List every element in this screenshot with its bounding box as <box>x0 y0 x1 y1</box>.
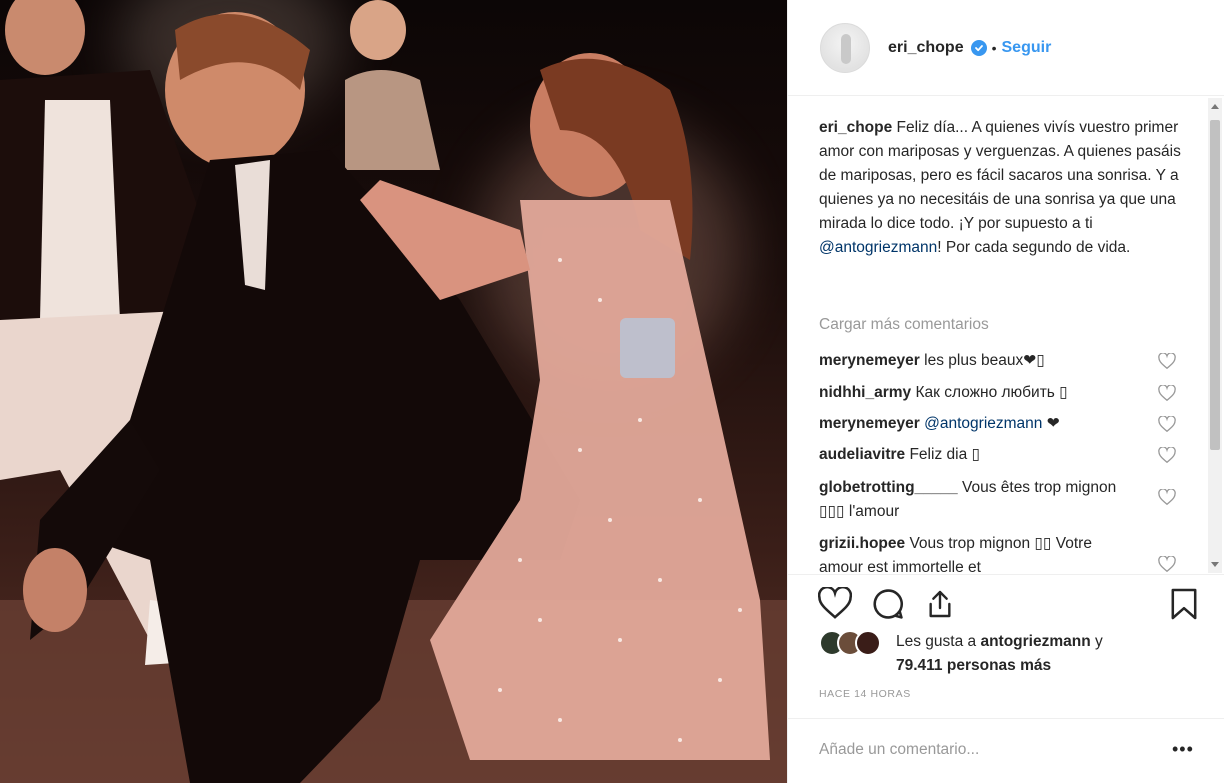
comment-row: merynemeyer @antogriezmann ❤ <box>819 412 1164 436</box>
comment-username[interactable]: globetrotting_____ <box>819 479 958 496</box>
post-header: eri_chope • Seguir <box>788 0 1224 96</box>
more-options-icon[interactable]: ••• <box>1172 739 1194 760</box>
share-icon[interactable] <box>924 587 956 621</box>
profile-avatar[interactable] <box>820 22 870 73</box>
comment-like-heart-icon[interactable] <box>1158 556 1176 572</box>
comment-text: ❤ <box>1042 415 1060 432</box>
header-separator: • <box>991 39 997 56</box>
bookmark-icon[interactable] <box>1170 587 1198 621</box>
likes-middle: y <box>1090 633 1103 650</box>
scroll-up-arrow-icon[interactable] <box>1211 104 1219 109</box>
likes-user[interactable]: antogriezmann <box>980 633 1090 650</box>
comment-row: nidhhi_army Как сложно любить ▯ <box>819 381 1164 405</box>
liker-avatar[interactable] <box>855 630 881 656</box>
caption-mention[interactable]: @antogriezmann <box>819 239 937 256</box>
scrollbar-thumb[interactable] <box>1210 120 1220 450</box>
likes-count[interactable]: 79.411 <box>896 657 943 674</box>
comment-row: audeliavitre Feliz dia ▯ <box>819 443 1164 467</box>
liker-avatars <box>819 630 899 656</box>
post-photo[interactable] <box>0 0 787 783</box>
comment-text: les plus beaux❤▯ <box>924 352 1045 369</box>
add-comment-input[interactable]: Añade un comentario... <box>819 741 979 759</box>
likes-prefix: Les gusta a <box>896 633 981 650</box>
comment-username[interactable]: audeliavitre <box>819 446 905 463</box>
comment-text: Feliz dia ▯ <box>909 446 981 463</box>
comment-like-heart-icon[interactable] <box>1158 353 1176 369</box>
comment-icon[interactable] <box>871 587 905 621</box>
load-more-comments-button[interactable]: Cargar más comentarios <box>819 316 989 334</box>
comment-username[interactable]: grizii.hopee <box>819 535 905 552</box>
post-author-username[interactable]: eri_chope <box>888 39 964 57</box>
caption-text-part-2: ! Por cada segundo de vida. <box>937 239 1131 256</box>
comment-like-heart-icon[interactable] <box>1158 447 1176 463</box>
post-sidebar: eri_chope • Seguir eri_chope Feliz día..… <box>787 0 1224 783</box>
likes-summary: Les gusta a antogriezmann y 79.411 perso… <box>819 628 1199 680</box>
add-comment-bar: Añade un comentario... ••• <box>788 718 1224 783</box>
comments-section[interactable]: eri_chope Feliz día... A quienes vivís v… <box>788 96 1224 574</box>
comment-like-heart-icon[interactable] <box>1158 489 1176 505</box>
heart-icon[interactable] <box>818 587 852 619</box>
follow-button[interactable]: Seguir <box>1002 39 1052 57</box>
comment-row: merynemeyer les plus beaux❤▯ <box>819 349 1164 373</box>
caption-username[interactable]: eri_chope <box>819 119 892 136</box>
comment-mention[interactable]: @antogriezmann <box>924 415 1042 432</box>
comment-username[interactable]: merynemeyer <box>819 352 920 369</box>
post-caption: eri_chope Feliz día... A quienes vivís v… <box>819 116 1189 260</box>
comment-like-heart-icon[interactable] <box>1158 385 1176 401</box>
comment-row: grizii.hopee Vous trop mignon ▯▯ Votre a… <box>819 532 1119 574</box>
comment-username[interactable]: nidhhi_army <box>819 384 911 401</box>
likes-suffix[interactable]: personas más <box>943 657 1051 674</box>
post-timestamp[interactable]: HACE 14 HORAS <box>819 688 911 700</box>
scroll-down-arrow-icon[interactable] <box>1211 562 1219 567</box>
post-actions-bar <box>788 574 1224 629</box>
comment-username[interactable]: merynemeyer <box>819 415 920 432</box>
comment-like-heart-icon[interactable] <box>1158 416 1176 432</box>
photo-scene <box>0 0 787 783</box>
comment-text: Как сложно любить ▯ <box>915 384 1068 401</box>
verified-badge-icon <box>970 39 987 56</box>
comments-scrollbar[interactable] <box>1208 98 1222 573</box>
likes-text[interactable]: Les gusta a antogriezmann y 79.411 perso… <box>896 630 1103 678</box>
comment-row: globetrotting_____ Vous êtes trop mignon… <box>819 476 1119 524</box>
